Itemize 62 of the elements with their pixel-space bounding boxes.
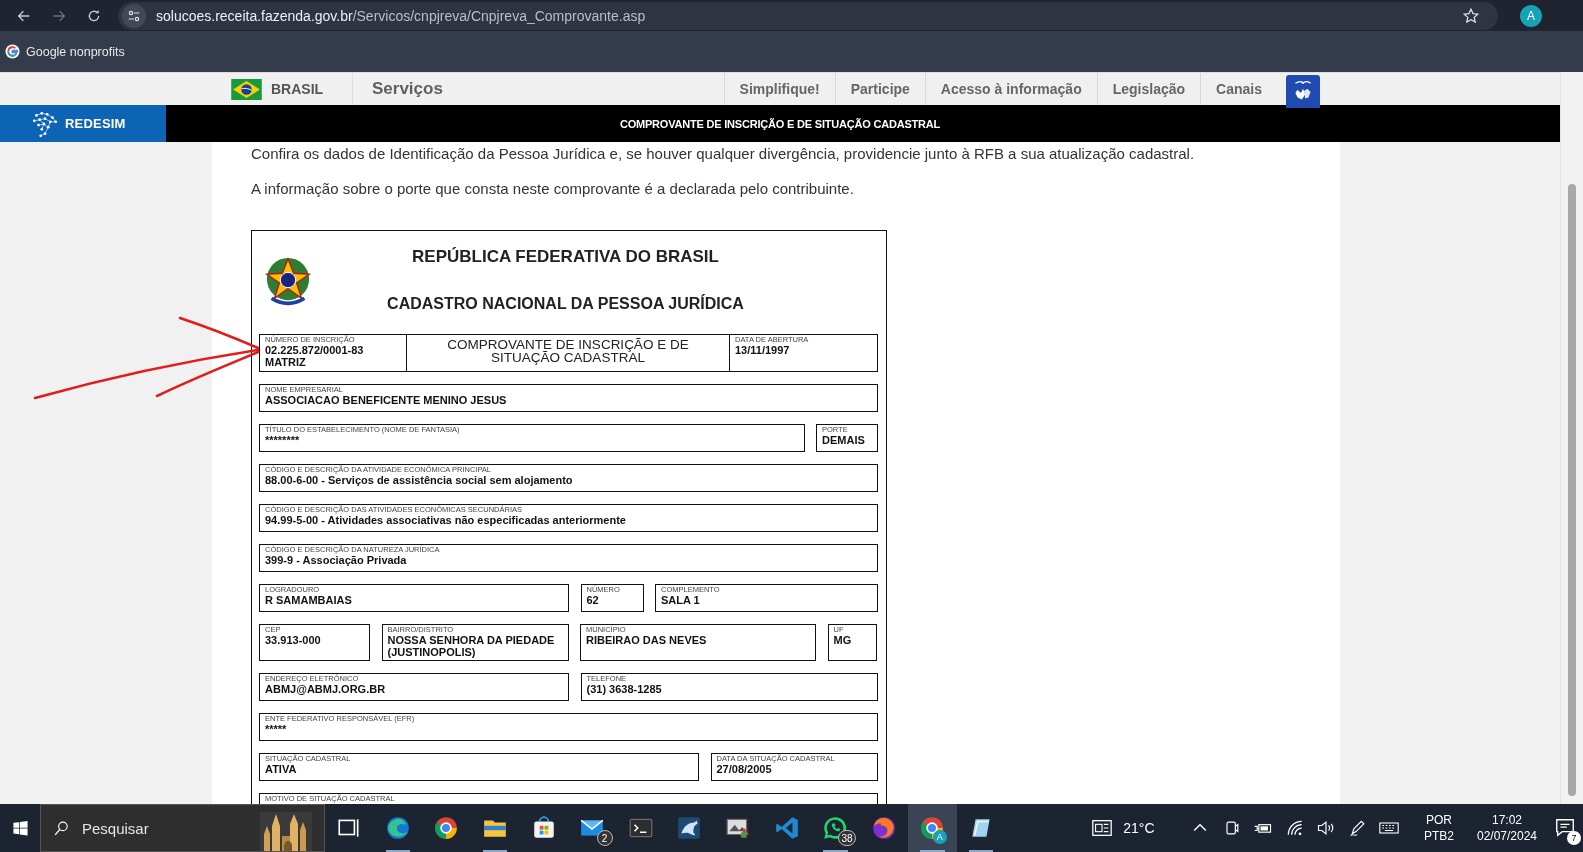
flag-icon: [231, 78, 262, 100]
dolphin-icon: [676, 815, 703, 841]
field-value: ********: [265, 434, 301, 446]
code-editor-icon: [773, 815, 800, 841]
field-value: SALA 1: [661, 594, 701, 606]
field-value: NOSSA SENHORA DA PIEDADE: [387, 634, 556, 646]
field-value: 94.99-5-00 - Atividades associativas não especificadas anteriormente: [265, 514, 627, 526]
field-value: (JUSTINOPOLIS): [387, 646, 477, 658]
notifications-button[interactable]: 7: [1547, 804, 1583, 852]
message-icon: [1554, 817, 1576, 839]
round-browser-icon: [433, 815, 460, 841]
field-value: 62: [586, 594, 600, 606]
news-icon: [1091, 817, 1114, 839]
field-value: *****: [265, 723, 288, 735]
language-button[interactable]: POR PTB2: [1419, 804, 1459, 852]
field-value: 33.913-000: [265, 634, 322, 646]
field-value: 27/08/2005: [716, 763, 773, 775]
field-value: RIBEIRAO DAS NEVES: [586, 634, 708, 646]
field-value: MATRIZ: [265, 356, 307, 368]
taskbar-button[interactable]: 38: [810, 804, 860, 852]
weather-button[interactable]: 21°C: [1091, 804, 1155, 852]
field-value: ABMJ@ABMJ.ORG.BR: [265, 683, 387, 695]
url-text: solucoes.receita.fazenda.gov.br/Servicos/cnpjreva/Cnpjreva_Comprovante.asp: [156, 7, 646, 24]
field-value: ASSOCIACAO BENEFICENTE MENINO JESUS: [265, 394, 508, 406]
field-value: 13/11/1997: [735, 344, 791, 356]
scrollbar-thumb[interactable]: [1568, 184, 1576, 796]
count-badge: 7: [1567, 831, 1581, 845]
search-input[interactable]: Pesquisar: [80, 818, 250, 838]
field-value: DEMAIS: [822, 434, 866, 446]
field-value: 02.225.872/0001-83: [265, 344, 365, 356]
wave-logo-icon: [384, 815, 411, 841]
site-info-button[interactable]: [122, 3, 146, 28]
search-bar[interactable]: Pesquisar: [40, 804, 325, 852]
field-value: ATIVA: [265, 763, 298, 775]
field-value: MG: [833, 634, 853, 646]
taskbar-button[interactable]: 2: [567, 804, 617, 852]
field-value: R SAMAMBAIAS: [265, 594, 353, 606]
page-title: COMPROVANTE DE INSCRIÇÃO E DE SITUAÇÃO CADASTRAL: [618, 117, 942, 130]
field-value: 88.00-6-00 - Serviços de assistência social sem alojamento: [265, 474, 574, 486]
clock-button[interactable]: 17:02 02/07/2024: [1467, 804, 1547, 852]
bookmark-link[interactable]: Google nonprofits: [5, 44, 125, 59]
document-heading: COMPROVANTE DE INSCRIÇÃO E DE SITUAÇÃO CADASTRAL: [407, 334, 730, 372]
field-value: (31) 3638-1285: [586, 683, 663, 695]
fox-globe-icon: [870, 815, 897, 841]
intro-text: Confira os dados de Identificação da Pessoa Jurídica e, se houver qualquer divergência, providencie junto à RFB a sua atualização cadastral.: [251, 144, 1196, 164]
sign-language-button[interactable]: [1286, 75, 1320, 108]
count-badge: 38: [838, 830, 856, 846]
windows-icon: [11, 819, 29, 837]
emblem-icon: [264, 255, 312, 307]
logo-text: REDESIM: [65, 116, 126, 131]
services-link[interactable]: Serviços: [353, 73, 443, 105]
star-icon: [1461, 6, 1480, 25]
logo-block[interactable]: REDESIM: [0, 105, 166, 142]
field-value: 399-9 - Associação Privada: [265, 554, 408, 566]
document-title: REPÚBLICA FEDERATIVA DO BRASIL: [411, 247, 720, 267]
intro-text: A informação sobre o porte que consta neste comprovante é a declarada pelo contribuinte.: [251, 179, 855, 199]
address-bar[interactable]: solucoes.receita.fazenda.gov.br/Servicos/cnpjreva/Cnpjreva_Comprovante.asp: [118, 1, 1498, 30]
scrollbar[interactable]: [1560, 72, 1583, 804]
favicon-icon: [5, 44, 20, 59]
document-subtitle: CADASTRO NACIONAL DA PESSOA JURÍDICA: [386, 295, 745, 313]
search-icon: [53, 819, 70, 837]
count-badge: 2: [596, 830, 613, 846]
